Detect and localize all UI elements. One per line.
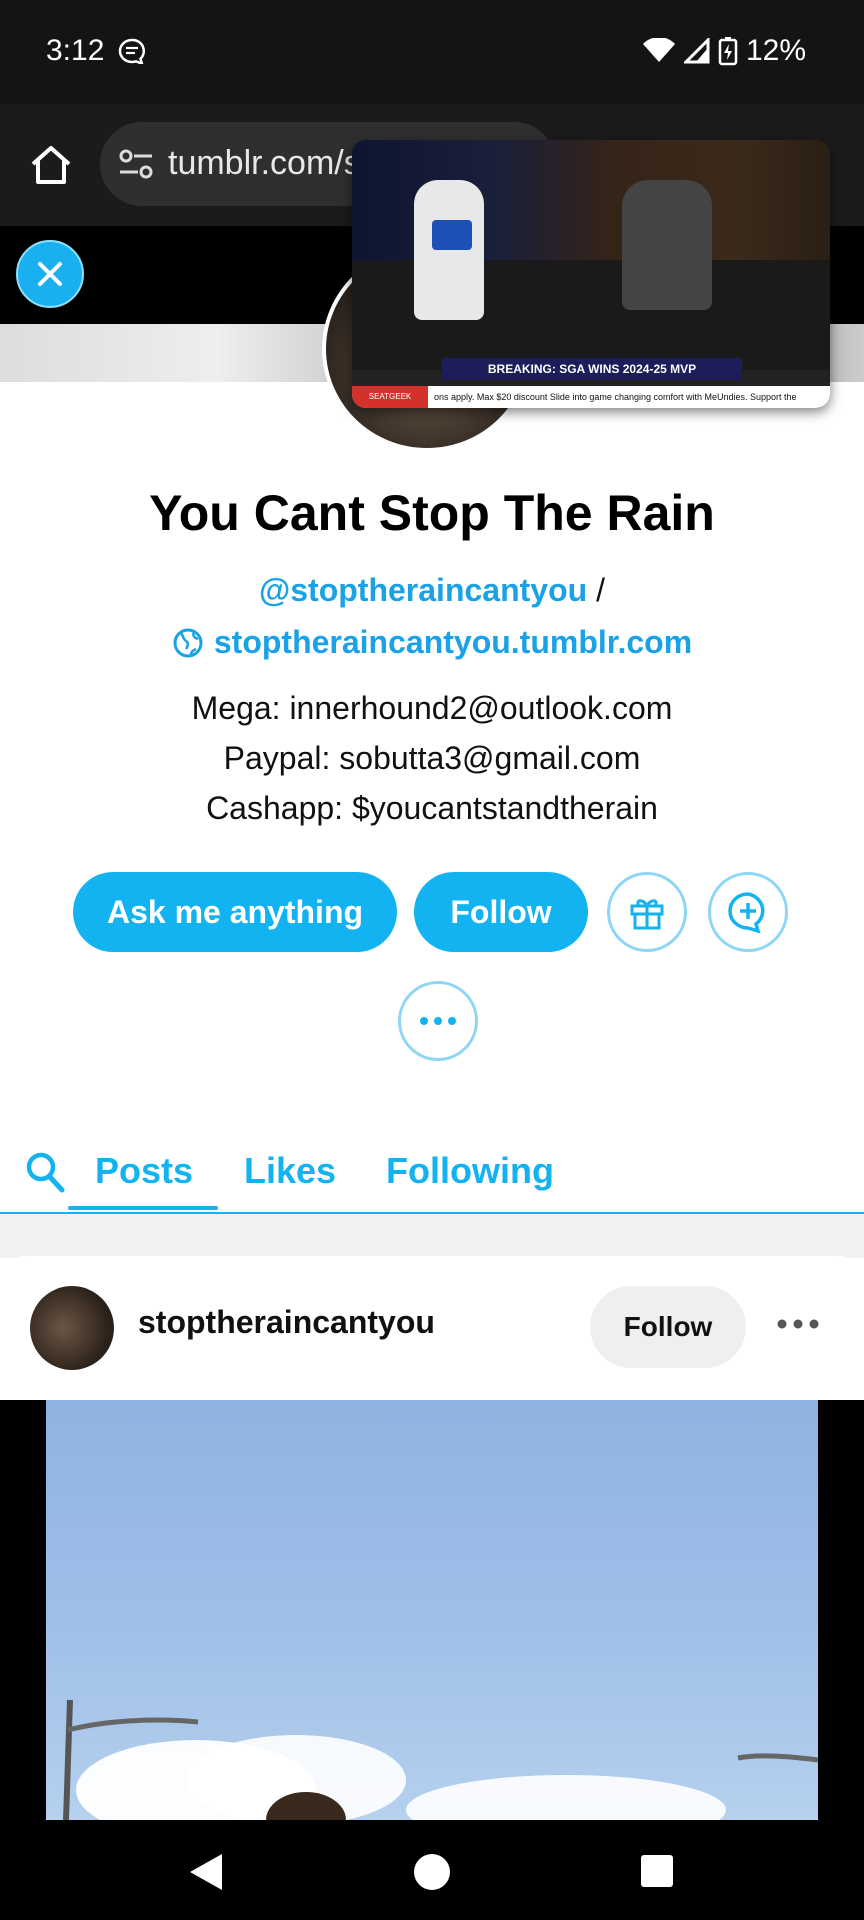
post-photo-scene <box>63 1699 818 1820</box>
status-bar: 3:12 12% <box>0 0 864 104</box>
post-avatar[interactable] <box>30 1286 114 1370</box>
home-icon[interactable] <box>28 142 74 188</box>
status-time: 3:12 <box>46 34 105 67</box>
blog-handle-link[interactable]: @stoptheraincantyou <box>259 572 587 608</box>
message-notification-icon <box>118 38 145 64</box>
back-icon[interactable] <box>188 1852 224 1892</box>
post-follow-button[interactable]: Follow <box>590 1286 746 1368</box>
post-photo-sky <box>46 1400 818 1820</box>
description-line-cashapp: Cashapp: $youcantstandtherain <box>206 790 658 826</box>
description-line-mega: Mega: innerhound2@outlook.com <box>191 690 673 726</box>
search-icon[interactable] <box>24 1150 66 1194</box>
more-horizontal-icon <box>420 1017 456 1025</box>
active-tab-indicator <box>68 1206 218 1210</box>
url-text: tumblr.com/s <box>168 144 361 182</box>
gift-icon <box>630 899 664 930</box>
battery-percent: 12% <box>745 34 806 67</box>
home-nav-icon[interactable] <box>412 1852 452 1892</box>
more-options-button[interactable] <box>398 981 478 1061</box>
post-more-icon[interactable] <box>776 1312 820 1336</box>
blog-handle-line: @stoptheraincantyou / <box>0 572 864 609</box>
video-person-right <box>622 180 712 310</box>
post-header: stoptheraincantyou Follow <box>0 1256 864 1400</box>
site-settings-icon[interactable] <box>118 148 154 180</box>
tab-following[interactable]: Following <box>386 1150 554 1192</box>
blog-site-link: stoptheraincantyou.tumblr.com <box>213 624 693 660</box>
video-person-left <box>414 180 484 320</box>
blog-site-line[interactable]: stoptheraincantyou.tumblr.com <box>0 624 864 661</box>
description-line-paypal: Paypal: sobutta3@gmail.com <box>223 740 641 776</box>
video-jersey <box>432 220 472 250</box>
close-icon <box>38 262 62 286</box>
blog-tabs: Posts Likes Following <box>0 1140 864 1214</box>
signal-icon <box>683 38 710 64</box>
ask-me-anything-button[interactable]: Ask me anything <box>73 872 397 952</box>
battery-charging-icon <box>718 37 738 66</box>
follow-button[interactable]: Follow <box>414 872 588 952</box>
ticker-logo: SEATGEEK <box>352 386 428 408</box>
globe-icon <box>173 628 203 657</box>
feed-background <box>0 1214 864 1258</box>
message-button[interactable] <box>708 872 788 952</box>
tab-likes[interactable]: Likes <box>244 1150 336 1192</box>
post-image[interactable] <box>0 1400 864 1820</box>
recents-icon[interactable] <box>640 1854 674 1888</box>
handle-separator: / <box>596 572 605 608</box>
wifi-icon <box>642 38 675 62</box>
blog-title: You Cant Stop The Rain <box>149 485 715 541</box>
system-nav-bar <box>0 1820 864 1920</box>
video-breaking-banner: BREAKING: SGA WINS 2024-25 MVP <box>442 358 742 380</box>
post-username[interactable]: stoptheraincantyou <box>138 1304 435 1341</box>
chat-add-icon <box>728 892 765 934</box>
picture-in-picture-video[interactable]: BREAKING: SGA WINS 2024-25 MVP ons apply… <box>352 140 830 408</box>
gift-button[interactable] <box>607 872 687 952</box>
close-button[interactable] <box>16 240 84 308</box>
tab-posts[interactable]: Posts <box>95 1150 193 1192</box>
status-right: 12% <box>642 34 806 68</box>
